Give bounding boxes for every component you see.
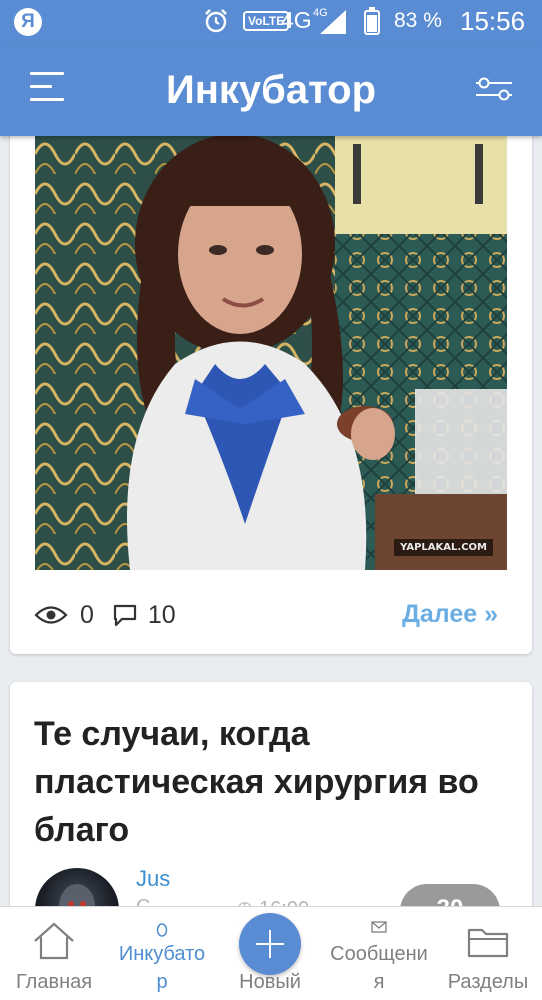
battery-level (367, 14, 377, 32)
nav-new-label: Новый (239, 971, 301, 993)
yandex-icon: Я (14, 8, 42, 36)
plus-icon[interactable] (239, 913, 301, 975)
app-header: Инкубатор (0, 44, 542, 136)
nav-home[interactable]: Главная (0, 907, 108, 1000)
bottom-navigation: Главная Инкубато р Новый Сообщени я Разд… (0, 906, 542, 1000)
nav-incubator[interactable]: Инкубато р (108, 907, 216, 1000)
nav-sections-label: Разделы (447, 971, 529, 993)
post-title[interactable]: Те случаи, когда пластическая хирургия в… (34, 710, 514, 854)
nav-messages-label-line1: Сообщени (330, 943, 428, 965)
alarm-icon (205, 9, 227, 33)
post-card[interactable]: YAPLAKAL.COM 0 10 Далее » (10, 100, 532, 654)
nav-new[interactable]: Новый (216, 907, 324, 1000)
home-icon (34, 922, 74, 960)
post-stats: 0 10 (34, 600, 176, 630)
nav-messages[interactable]: Сообщени я (324, 907, 434, 1000)
post-photo (35, 134, 507, 570)
nav-sections[interactable]: Разделы (434, 907, 542, 1000)
egg-icon (156, 923, 168, 937)
filter-sliders-icon[interactable] (474, 75, 514, 103)
post-image[interactable]: YAPLAKAL.COM (35, 134, 507, 570)
nav-incubator-label-line2: р (156, 971, 168, 993)
comment-icon (113, 604, 137, 627)
clock: 15:56 (460, 6, 526, 36)
nav-incubator-label-line1: Инкубато (118, 943, 206, 965)
read-more-link[interactable]: Далее » (402, 600, 498, 629)
image-watermark: YAPLAKAL.COM (394, 539, 493, 556)
author-name[interactable]: Jus (136, 866, 170, 892)
folder-icon (467, 928, 509, 958)
signal-icon (320, 10, 346, 34)
status-bar: Я VoLTE 4G 4G 83 % 15:56 (0, 0, 542, 44)
nav-home-label: Главная (15, 971, 93, 993)
battery-icon (364, 7, 380, 35)
comments-count: 10 (147, 600, 176, 629)
network-type: 4G (281, 7, 312, 33)
nav-messages-label-line2: я (373, 971, 385, 993)
views-count: 0 (80, 600, 94, 629)
page-title: Инкубатор (165, 68, 377, 112)
envelope-icon (371, 921, 387, 933)
eye-icon (34, 606, 68, 624)
battery-percent: 83 % (394, 9, 442, 32)
